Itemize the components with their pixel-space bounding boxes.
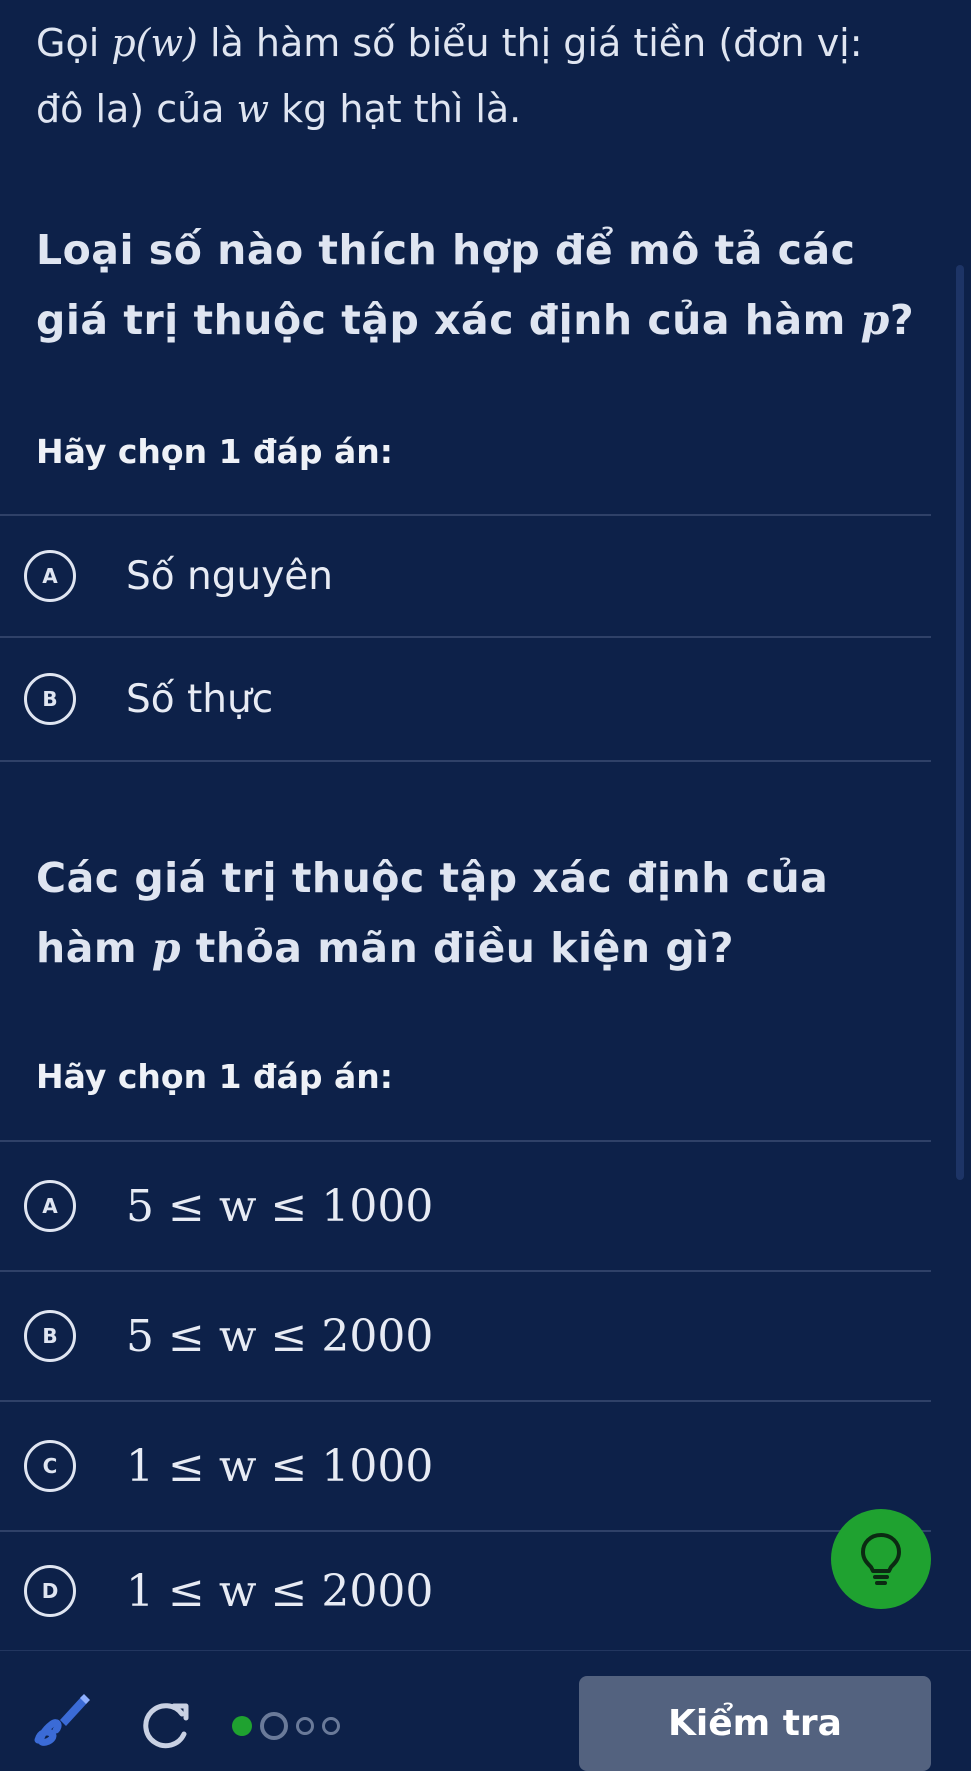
scratchpad-button[interactable] bbox=[30, 1686, 94, 1754]
scratchpad-pencil-icon bbox=[34, 1694, 90, 1746]
divider bbox=[0, 760, 931, 762]
choice-math-label: 5 ≤ w ≤ 2000 bbox=[126, 1310, 434, 1362]
choice-label: Số nguyên bbox=[126, 553, 333, 599]
question-1-text: Loại số nào thích hợp để mô tả các giá t… bbox=[36, 215, 936, 355]
choice-math-label: 1 ≤ w ≤ 1000 bbox=[126, 1440, 434, 1492]
q2-choice-d[interactable]: D 1 ≤ w ≤ 2000 bbox=[0, 1532, 931, 1650]
question-2-prompt: Hãy chọn 1 đáp án: bbox=[36, 1057, 393, 1096]
choice-letter-badge: A bbox=[24, 550, 76, 602]
choice-letter-badge: A bbox=[24, 1180, 76, 1232]
choice-letter-badge: B bbox=[24, 673, 76, 725]
choice-label: Số thực bbox=[126, 676, 274, 722]
q2-choice-b[interactable]: B 5 ≤ w ≤ 2000 bbox=[0, 1272, 931, 1400]
intro-text: Gọi bbox=[36, 21, 112, 65]
choice-letter-badge: B bbox=[24, 1310, 76, 1362]
intro-text: kg hạt thì là. bbox=[269, 87, 522, 131]
lightbulb-icon bbox=[861, 1533, 901, 1585]
choice-math-label: 5 ≤ w ≤ 1000 bbox=[126, 1180, 434, 1232]
choice-math-label: 1 ≤ w ≤ 2000 bbox=[126, 1565, 434, 1617]
progress-dot-complete bbox=[232, 1716, 252, 1736]
intro-text: là hàm số biểu thị giá tiền (đơn vị: bbox=[197, 21, 863, 65]
q1-choice-b[interactable]: B Số thực bbox=[0, 638, 931, 760]
progress-dot-current bbox=[260, 1712, 288, 1740]
refresh-button[interactable] bbox=[140, 1700, 196, 1754]
problem-intro: Gọi p(w) là hàm số biểu thị giá tiền (đơ… bbox=[36, 10, 916, 142]
intro-text: đô la) của bbox=[36, 87, 237, 131]
q1-choice-a[interactable]: A Số nguyên bbox=[0, 516, 931, 636]
question-text: Loại số nào thích hợp để mô tả các giá t… bbox=[36, 226, 861, 344]
progress-indicator bbox=[232, 1712, 340, 1740]
intro-math-pw: p(w) bbox=[111, 21, 198, 65]
footer-divider bbox=[0, 1650, 971, 1651]
question-text: ? bbox=[889, 296, 915, 344]
choice-letter-badge: C bbox=[24, 1440, 76, 1492]
q2-choice-a[interactable]: A 5 ≤ w ≤ 1000 bbox=[0, 1142, 931, 1270]
progress-dot-pending bbox=[296, 1717, 314, 1735]
question-2-text: Các giá trị thuộc tập xác định của hàm p… bbox=[36, 843, 936, 983]
hint-button[interactable] bbox=[831, 1509, 931, 1609]
question-text: thỏa mãn điều kiện gì? bbox=[181, 924, 734, 972]
choice-letter-badge: D bbox=[24, 1565, 76, 1617]
progress-dot-pending bbox=[322, 1717, 340, 1735]
question-math-p: p bbox=[151, 924, 182, 972]
intro-math-w: w bbox=[236, 87, 270, 131]
check-answer-button[interactable]: Kiểm tra bbox=[579, 1676, 931, 1771]
q2-choice-c[interactable]: C 1 ≤ w ≤ 1000 bbox=[0, 1402, 931, 1530]
scrollbar[interactable] bbox=[956, 265, 964, 1180]
refresh-icon bbox=[143, 1703, 189, 1749]
question-math-p: p bbox=[860, 296, 890, 344]
question-1-prompt: Hãy chọn 1 đáp án: bbox=[36, 432, 393, 471]
